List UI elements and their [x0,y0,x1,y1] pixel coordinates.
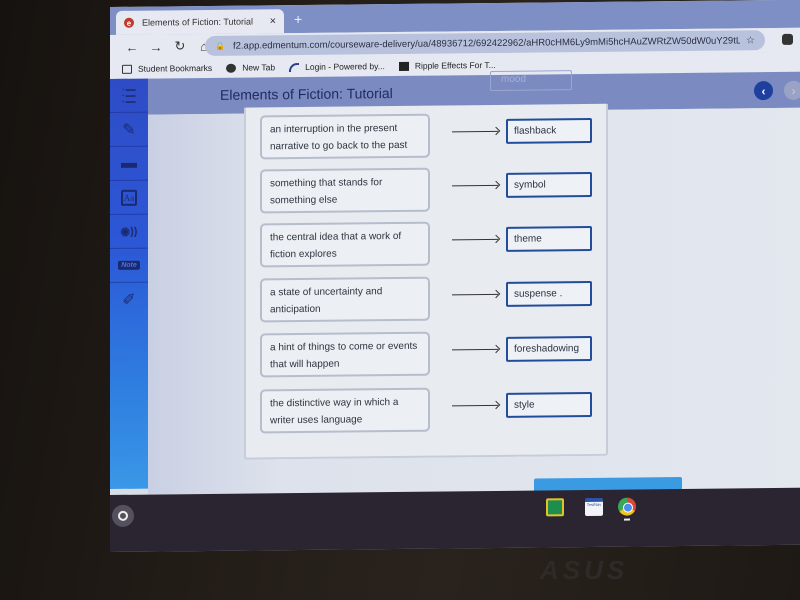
match-row: the distinctive way in which a writer us… [260,386,600,436]
match-row: something that stands for something else… [260,166,600,216]
term-drop-target[interactable]: foreshadowing [506,335,592,362]
ghost-term-box: mood [490,70,572,92]
dictionary-icon: Aa [121,189,137,206]
sidebar-item-outline[interactable]: ▪ ▬▬ ▪ ▬▬ ▪ ▬▬ [110,78,148,113]
tab-title: Elements of Fiction: Tutorial [142,16,254,28]
bookmark-label: New Tab [242,62,276,73]
term-drop-target[interactable]: symbol [506,171,592,198]
testnav-icon[interactable]: TestNav [585,497,603,517]
arrow-icon [452,348,498,351]
term-drop-target[interactable]: flashback [506,117,592,144]
globe-icon [226,63,237,73]
bookmark-new-tab[interactable]: New Tab [226,62,275,73]
sidebar-item-highlighter[interactable]: ✐ [110,283,148,317]
term-drop-target[interactable]: suspense . [506,280,592,307]
extension-icon[interactable] [782,33,793,45]
bookmark-ripple-effects[interactable]: Ripple Effects For T... [398,59,496,71]
launcher-button[interactable] [112,504,134,527]
sidebar-item-folder[interactable]: ▬ [110,146,148,181]
term-drop-target[interactable]: theme [506,225,592,252]
match-row: an interruption in the present narrative… [260,112,600,162]
page-title: Elements of Fiction: Tutorial [220,85,393,103]
device-brand-logo: ASUS [540,555,629,585]
sidebar-item-dictionary[interactable]: Aa [110,180,148,215]
bookmark-label: Login - Powered by... [305,61,385,72]
app-icon [398,61,409,71]
signal-icon [289,62,300,72]
url-text: f2.app.edmentum.com/courseware-delivery/… [232,34,741,52]
chromeos-shelf: TestNav [110,487,800,552]
arrow-icon [452,293,498,296]
match-row: the central idea that a work of fiction … [260,220,600,270]
edmentum-favicon-icon: e [124,17,134,28]
definition-tile[interactable]: something that stands for something else [260,167,430,214]
matching-panel: an interruption in the present narrative… [244,103,608,460]
reload-icon[interactable]: ↻ [168,38,192,54]
arrow-icon [452,130,498,133]
definition-tile[interactable]: an interruption in the present narrative… [260,113,430,160]
running-indicator [624,518,630,521]
sidebar-item-text-to-speech[interactable]: ◉)) [110,214,148,249]
chrome-icon[interactable] [618,497,636,516]
definition-tile[interactable]: the distinctive way in which a writer us… [260,387,430,434]
previous-button[interactable]: ‹ [754,81,773,101]
sidebar-item-notes[interactable]: Note [110,248,148,283]
close-tab-icon[interactable]: × [270,15,276,27]
browser-tab[interactable]: e Elements of Fiction: Tutorial × [116,9,284,35]
bookmark-student-bookmarks[interactable]: Student Bookmarks [122,63,212,74]
definition-tile[interactable]: a hint of things to come or events that … [260,331,430,378]
google-classroom-icon[interactable] [546,498,564,517]
match-row: a hint of things to come or events that … [260,330,600,380]
back-icon[interactable]: ← [120,39,144,54]
edit-icon: ✎ [122,121,136,139]
arrow-icon [452,184,498,187]
bookmark-login[interactable]: Login - Powered by... [289,61,385,72]
definition-tile[interactable]: a state of uncertainty and anticipation [260,276,430,323]
folder-icon [122,64,132,74]
term-drop-target[interactable]: style [506,391,592,418]
tool-sidebar: ▪ ▬▬ ▪ ▬▬ ▪ ▬▬ ✎ ▬ Aa ◉)) Note ✐ [110,78,148,489]
folder-icon: ▬ [121,154,137,172]
forward-icon[interactable]: → [144,39,168,54]
notes-icon: Note [118,260,140,270]
match-row: a state of uncertainty and anticipation … [260,275,600,325]
definition-tile[interactable]: the central idea that a work of fiction … [260,221,430,268]
launcher-icon [118,510,128,521]
text-to-speech-icon: ◉)) [120,225,138,238]
sidebar-item-edit[interactable]: ✎ [110,112,148,147]
highlighter-icon: ✐ [122,291,136,309]
next-button[interactable]: › [784,80,800,100]
lines-icon: ▪ ▬▬ ▪ ▬▬ ▪ ▬▬ [122,86,136,105]
new-tab-button[interactable]: + [294,11,302,27]
bookmark-star-icon[interactable]: ☆ [746,35,755,46]
lock-icon: 🔒 [215,41,225,51]
screen: e Elements of Fiction: Tutorial × + ← → … [110,0,800,552]
arrow-icon [452,238,498,241]
bookmark-label: Student Bookmarks [138,62,213,74]
bookmark-label: Ripple Effects For T... [414,59,496,71]
arrow-icon [452,404,498,407]
content-area: an interruption in the present narrative… [148,103,800,495]
